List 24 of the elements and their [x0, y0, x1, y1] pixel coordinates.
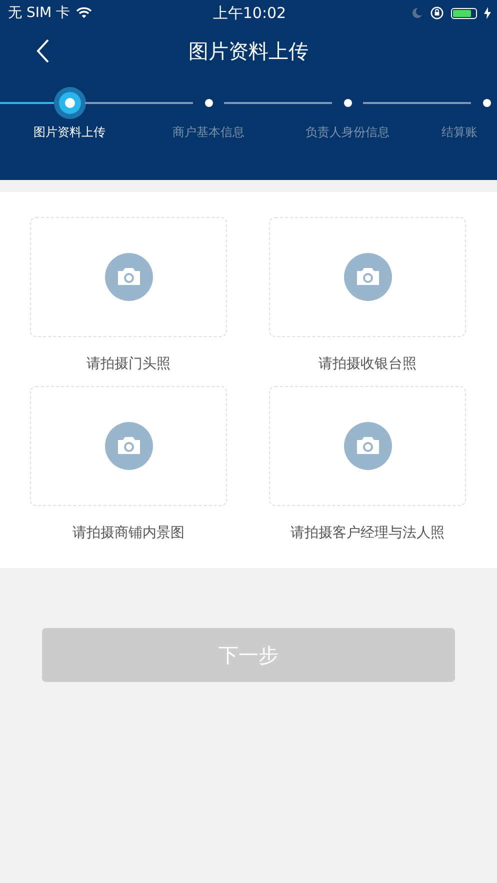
- step-label: 商户基本信息: [172, 124, 244, 141]
- moon-icon: [410, 7, 423, 19]
- step-label: 图片资料上传: [34, 124, 106, 141]
- camera-icon: [344, 253, 392, 301]
- wifi-icon: [76, 7, 92, 19]
- camera-icon: [104, 253, 152, 301]
- photo-label: 请拍摄收银台照: [318, 355, 416, 373]
- camera-icon: [104, 422, 152, 470]
- photo-label: 请拍摄商铺内景图: [72, 524, 184, 542]
- battery-icon: [450, 8, 477, 18]
- photo-upload-area[interactable]: [30, 386, 227, 506]
- camera-icon: [344, 422, 392, 470]
- photo-upload-area[interactable]: [30, 217, 227, 337]
- clock-text: 上午10:02: [212, 4, 286, 22]
- photo-label: 请拍摄门头照: [86, 355, 170, 373]
- photo-upload-area[interactable]: [269, 217, 466, 337]
- carrier-text: 无 SIM 卡: [8, 4, 70, 22]
- rotation-lock-icon: [430, 6, 444, 20]
- page-title: 图片资料上传: [188, 38, 308, 64]
- photo-upload-area[interactable]: [269, 386, 466, 506]
- step-label: 结算账: [442, 124, 478, 141]
- back-icon[interactable]: [36, 39, 50, 63]
- step-label: 负责人身份信息: [306, 124, 390, 141]
- photo-label: 请拍摄客户经理与法人照: [290, 524, 444, 542]
